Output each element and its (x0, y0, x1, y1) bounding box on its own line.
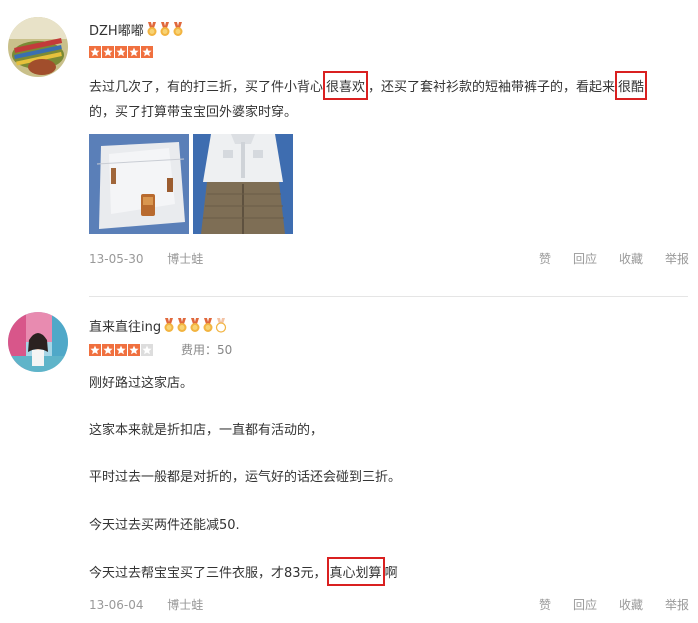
avatar[interactable] (8, 17, 68, 77)
highlight-box: 真心划算 (326, 557, 385, 586)
divider (89, 296, 688, 297)
medal-empty-icon (216, 318, 227, 333)
star-rating (89, 343, 153, 356)
review-text: 今天过去帮宝宝买了三件衣服，才83元， (89, 566, 327, 581)
review-text: ，还买了套衬衫款的短袖带裤子的，看起来 (368, 80, 616, 95)
review-text: 去过几次了，有的打三折，买了件小背心 (89, 80, 324, 95)
star-empty-icon (141, 343, 153, 356)
review-text-line: 去过几次了，有的打三折，买了件小背心 很喜欢 ，还买了套衬衫款的短袖带裤子的，看起来… (89, 71, 648, 100)
medal-icon (177, 318, 187, 332)
username[interactable]: DZH嘟嘟 (89, 20, 184, 39)
username-link[interactable]: DZH嘟嘟 (89, 20, 144, 39)
highlight-box: 很喜欢 (323, 71, 369, 100)
medal-icon (173, 22, 183, 36)
cost-label: 费用：50 (181, 343, 233, 357)
medal-icon (160, 22, 170, 36)
shop-tag-link[interactable]: 博士蛙 (167, 598, 203, 612)
star-icon (102, 46, 114, 58)
medal-icon (164, 318, 174, 332)
favorite-button[interactable]: 收藏 (619, 596, 643, 613)
report-button[interactable]: 举报 (665, 250, 689, 267)
star-icon (102, 343, 114, 356)
report-button[interactable]: 举报 (665, 596, 689, 613)
review-actions: 赞 回应 收藏 举报 (539, 596, 689, 613)
member-medals (163, 318, 227, 333)
highlight-box: 很酷 (615, 71, 648, 100)
username[interactable]: 直来直往ing (89, 316, 227, 335)
review-meta: 13-06-04 博士蛙 (89, 596, 203, 613)
member-medals (146, 22, 184, 37)
review-photo[interactable] (193, 134, 293, 234)
username-link[interactable]: 直来直往ing (89, 316, 161, 335)
review-text: 啊 (384, 566, 398, 581)
review-paragraph: 今天过去买两件还能减50. (89, 518, 240, 533)
medal-icon (190, 318, 200, 332)
star-icon (115, 343, 127, 356)
review-paragraph: 刚好路过这家店。 (89, 376, 194, 391)
reply-button[interactable]: 回应 (573, 250, 597, 267)
review-paragraph: 平时过去一般都是对折的，运气好的话还会碰到三折。 (89, 470, 402, 485)
review-meta: 13-05-30 博士蛙 (89, 250, 203, 267)
review-paragraph: 这家本来就是折扣店，一直都有活动的， (89, 423, 324, 438)
medal-icon (147, 22, 157, 36)
rating-row (89, 46, 153, 58)
star-icon (128, 46, 140, 58)
reply-button[interactable]: 回应 (573, 596, 597, 613)
review-photo[interactable] (89, 134, 189, 234)
review-text: 的，买了打算带宝宝回外婆家时穿。 (89, 105, 298, 120)
shop-tag-link[interactable]: 博士蛙 (167, 252, 203, 266)
star-icon (89, 46, 101, 58)
star-icon (128, 343, 140, 356)
review-date: 13-05-30 (89, 252, 144, 266)
like-button[interactable]: 赞 (539, 596, 551, 613)
avatar[interactable] (8, 312, 68, 372)
star-icon (89, 343, 101, 356)
review-text-line: 的，买了打算带宝宝回外婆家时穿。 (89, 101, 297, 120)
review-paragraph: 今天过去帮宝宝买了三件衣服，才83元， 真心划算啊 (89, 557, 398, 586)
star-icon (115, 46, 127, 58)
star-rating (89, 46, 153, 58)
review-date: 13-06-04 (89, 598, 144, 612)
like-button[interactable]: 赞 (539, 250, 551, 267)
review-actions: 赞 回应 收藏 举报 (539, 250, 689, 267)
medal-icon (203, 318, 213, 332)
star-icon (141, 46, 153, 58)
rating-row: 费用：50 (89, 341, 232, 358)
favorite-button[interactable]: 收藏 (619, 250, 643, 267)
